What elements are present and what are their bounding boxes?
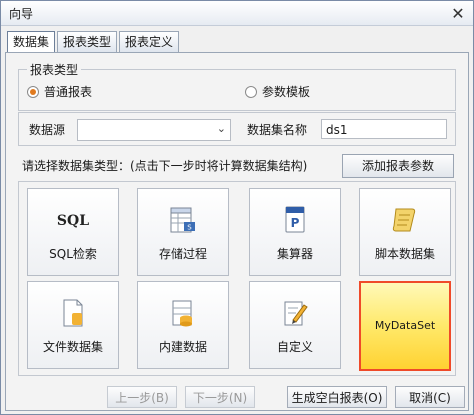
tab-strip: 数据集 报表类型 报表定义 (7, 31, 181, 53)
report-type-legend: 报表类型 (27, 61, 82, 78)
dataset-name-label: 数据集名称 (247, 123, 308, 137)
radio-normal-report-label: 普通报表 (44, 85, 93, 99)
tile-mydataset-label: MyDataSet (374, 319, 436, 332)
tab-panel: 报表类型 普通报表 参数模板 数据源 ⌄ 数据集名称 ds1 请选择数据集类型：… (5, 52, 469, 411)
tile-mydataset[interactable]: MyDataSet (359, 281, 451, 371)
report-type-group: 报表类型 普通报表 参数模板 (18, 61, 456, 111)
datasource-row: 数据源 ⌄ 数据集名称 ds1 (18, 112, 456, 146)
radio-unselected-icon (245, 85, 257, 98)
next-button[interactable]: 下一步(N) (185, 386, 255, 408)
tile-builtin-data[interactable]: 内建数据 (137, 281, 229, 369)
tile-script-dataset[interactable]: 脚本数据集 (359, 188, 451, 276)
tile-sql-query-label: SQL检索 (49, 247, 97, 261)
file-icon (28, 298, 118, 328)
tile-custom[interactable]: 自定义 (249, 281, 341, 369)
radio-param-template[interactable]: 参数模板 (245, 83, 310, 100)
svg-text:SQL: SQL (57, 213, 89, 229)
datasource-select[interactable]: ⌄ (77, 119, 231, 141)
svg-text:S: S (187, 224, 192, 232)
builtin-data-icon (138, 298, 228, 328)
tab-dataset[interactable]: 数据集 (7, 31, 56, 53)
dataset-type-prompt: 请选择数据集类型：(点击下一步时将计算数据集结构) (22, 159, 308, 173)
tile-script-dataset-label: 脚本数据集 (374, 247, 435, 261)
tile-builtin-data-label: 内建数据 (158, 340, 207, 354)
tile-sql-query[interactable]: SQL SQL检索 (27, 188, 119, 276)
datasource-label: 数据源 (29, 123, 66, 137)
close-icon[interactable]: ✕ (449, 4, 467, 23)
radio-param-template-label: 参数模板 (262, 85, 311, 99)
title-bar: 向导 ✕ (1, 1, 473, 26)
script-scroll-icon (360, 205, 450, 235)
chevron-down-icon: ⌄ (216, 122, 226, 135)
svg-text:P: P (291, 216, 300, 230)
dataset-name-input[interactable]: ds1 (321, 119, 447, 139)
tile-stored-procedure[interactable]: S 存储过程 (137, 188, 229, 276)
dataset-type-grid: SQL SQL检索 S 存储过程 P 集算器 脚本数据集 文件数据集 内建数据 … (18, 181, 456, 376)
wizard-dialog: 向导 ✕ 数据集 报表类型 报表定义 报表类型 普通报表 参数模板 数据源 ⌄ … (0, 0, 474, 415)
tab-report-type[interactable]: 报表类型 (57, 31, 118, 52)
custom-pencil-icon (250, 298, 340, 328)
tile-esproc-label: 集算器 (276, 247, 313, 261)
add-report-param-button[interactable]: 添加报表参数 (342, 154, 454, 178)
generate-blank-report-button[interactable]: 生成空白报表(O) (287, 386, 387, 408)
radio-normal-report[interactable]: 普通报表 (27, 83, 92, 100)
tile-custom-label: 自定义 (276, 340, 313, 354)
cancel-button[interactable]: 取消(C) (395, 386, 465, 408)
sql-icon: SQL (28, 205, 118, 235)
esproc-icon: P (250, 205, 340, 235)
tile-esproc[interactable]: P 集算器 (249, 188, 341, 276)
window-title: 向导 (9, 7, 34, 21)
tab-report-definition[interactable]: 报表定义 (119, 31, 180, 52)
tile-file-dataset[interactable]: 文件数据集 (27, 281, 119, 369)
tile-stored-procedure-label: 存储过程 (158, 247, 207, 261)
radio-selected-icon (27, 85, 39, 98)
stored-procedure-icon: S (138, 205, 228, 235)
tile-file-dataset-label: 文件数据集 (42, 340, 103, 354)
prev-button[interactable]: 上一步(B) (107, 386, 177, 408)
